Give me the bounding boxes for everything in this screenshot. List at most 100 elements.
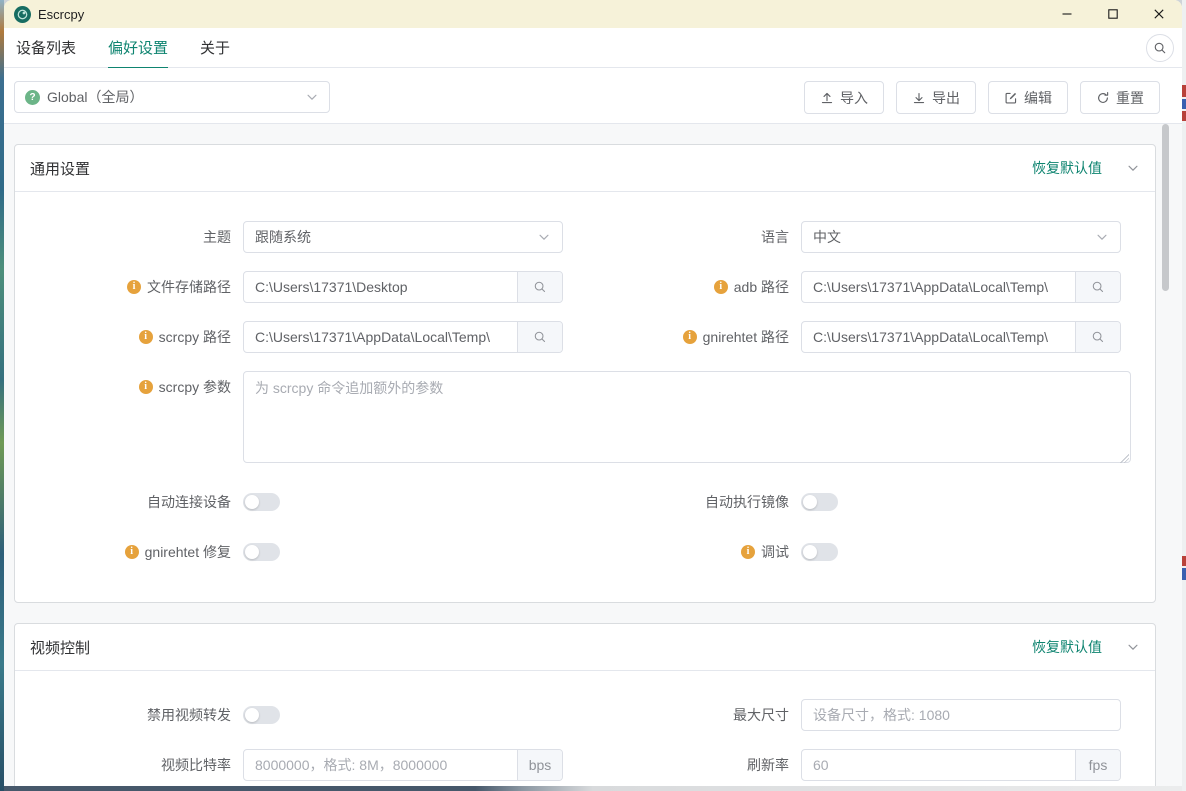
- scrcpy-args-textarea[interactable]: [243, 371, 1131, 463]
- form-row: i文件存储路径 iadb 路径: [15, 271, 1131, 303]
- language-label: 语言: [573, 227, 801, 247]
- debug-label: i调试: [573, 542, 801, 562]
- form-row: 视频比特率 bps 刷新率 fps: [15, 749, 1131, 781]
- app-logo-icon: [14, 6, 31, 23]
- import-button[interactable]: 导入: [804, 81, 884, 114]
- theme-select-value: 跟随系统: [255, 227, 537, 247]
- app-window: Escrcpy 设备列表 偏好设置 关于: [4, 0, 1182, 791]
- adb-path-input[interactable]: [802, 272, 1075, 302]
- scope-select[interactable]: ? Global（全局）: [14, 81, 330, 113]
- auto-mirror-label: 自动执行镜像: [573, 492, 801, 512]
- resize-handle[interactable]: [1120, 454, 1129, 463]
- section-header[interactable]: 通用设置 恢复默认值: [15, 145, 1155, 192]
- search-icon: [1091, 330, 1105, 344]
- language-select[interactable]: 中文: [801, 221, 1121, 253]
- file-path-label: i文件存储路径: [15, 277, 243, 297]
- section-body: 禁用视频转发 最大尺寸 视频比特率: [15, 671, 1155, 786]
- form-row: 主题 跟随系统 语言 中文: [15, 221, 1131, 253]
- collapse-chevron-icon[interactable]: [1126, 640, 1140, 654]
- reset-button[interactable]: 重置: [1080, 81, 1160, 114]
- desktop-edge-right: [1182, 0, 1186, 791]
- info-icon: i: [683, 330, 697, 344]
- info-icon: i: [139, 380, 153, 394]
- tab-label: 设备列表: [16, 37, 76, 58]
- collapse-chevron-icon[interactable]: [1126, 161, 1140, 175]
- toggle-knob: [803, 495, 817, 509]
- section-general-settings: 通用设置 恢复默认值 主题 跟随系统: [14, 144, 1156, 603]
- form-row: iscrcpy 路径 ignirehtet 路径: [15, 321, 1131, 353]
- bitrate-input[interactable]: [244, 750, 517, 780]
- desktop-artifact: [1182, 85, 1186, 97]
- gnirehtet-path-label: ignirehtet 路径: [573, 327, 801, 347]
- auto-connect-label: 自动连接设备: [15, 492, 243, 512]
- gnirehtet-fix-toggle[interactable]: [243, 543, 280, 561]
- gnirehtet-path-input-group: [801, 321, 1121, 353]
- scrcpy-args-label: iscrcpy 参数: [15, 377, 243, 397]
- scrollbar-thumb[interactable]: [1162, 124, 1169, 291]
- upload-icon: [820, 91, 834, 105]
- close-icon[interactable]: [1136, 0, 1182, 28]
- toolbar-buttons: 导入 导出 编辑 重置: [804, 81, 1160, 114]
- window-bottom-edge: [4, 786, 1182, 791]
- fps-label: 刷新率: [573, 755, 801, 775]
- form-row: 禁用视频转发 最大尺寸: [15, 699, 1131, 731]
- tab-preferences[interactable]: 偏好设置: [108, 28, 168, 68]
- form-row: iscrcpy 参数: [15, 371, 1131, 466]
- chevron-down-icon: [537, 230, 551, 244]
- info-icon: i: [139, 330, 153, 344]
- maximize-icon[interactable]: [1090, 0, 1136, 28]
- edit-button[interactable]: 编辑: [988, 81, 1068, 114]
- debug-toggle[interactable]: [801, 543, 838, 561]
- info-icon: i: [741, 545, 755, 559]
- bitrate-unit: bps: [517, 750, 562, 780]
- tab-label: 偏好设置: [108, 37, 168, 58]
- edit-button-label: 编辑: [1024, 88, 1052, 108]
- toggle-knob: [245, 495, 259, 509]
- section-title: 通用设置: [30, 158, 1032, 179]
- scrcpy-path-input[interactable]: [244, 322, 517, 352]
- bitrate-label: 视频比特率: [15, 755, 243, 775]
- desktop-artifact: [1182, 99, 1186, 109]
- toggle-knob: [245, 545, 259, 559]
- theme-select[interactable]: 跟随系统: [243, 221, 563, 253]
- desktop-artifact: [1182, 568, 1186, 580]
- tab-bar: 设备列表 偏好设置 关于: [4, 28, 1182, 68]
- auto-connect-toggle[interactable]: [243, 493, 280, 511]
- desktop: Escrcpy 设备列表 偏好设置 关于: [0, 0, 1186, 791]
- max-size-label: 最大尺寸: [573, 705, 801, 725]
- gnirehtet-path-input[interactable]: [802, 322, 1075, 352]
- window-controls: [1044, 0, 1182, 28]
- browse-adb-path-button[interactable]: [1075, 272, 1120, 302]
- fps-unit: fps: [1075, 750, 1120, 780]
- desktop-artifact: [1182, 111, 1186, 121]
- max-size-input[interactable]: [802, 700, 1120, 730]
- fps-input[interactable]: [802, 750, 1075, 780]
- export-button[interactable]: 导出: [896, 81, 976, 114]
- browse-file-path-button[interactable]: [517, 272, 562, 302]
- minimize-icon[interactable]: [1044, 0, 1090, 28]
- search-button[interactable]: [1146, 34, 1174, 62]
- browse-scrcpy-path-button[interactable]: [517, 322, 562, 352]
- restore-defaults-link[interactable]: 恢复默认值: [1032, 637, 1102, 657]
- search-icon: [533, 330, 547, 344]
- bitrate-input-group: bps: [243, 749, 563, 781]
- tab-about[interactable]: 关于: [200, 28, 230, 68]
- section-header[interactable]: 视频控制 恢复默认值: [15, 624, 1155, 671]
- settings-scroll-area: 通用设置 恢复默认值 主题 跟随系统: [4, 123, 1182, 786]
- chevron-down-icon: [305, 90, 319, 104]
- restore-defaults-link[interactable]: 恢复默认值: [1032, 158, 1102, 178]
- auto-mirror-toggle[interactable]: [801, 493, 838, 511]
- export-button-label: 导出: [932, 88, 960, 108]
- section-title: 视频控制: [30, 637, 1032, 658]
- scrcpy-args-wrap: [243, 371, 1131, 466]
- download-icon: [912, 91, 926, 105]
- tab-device-list[interactable]: 设备列表: [16, 28, 76, 68]
- disable-video-label: 禁用视频转发: [15, 705, 243, 725]
- browse-gnirehtet-path-button[interactable]: [1075, 322, 1120, 352]
- window-title: Escrcpy: [38, 7, 84, 22]
- edit-icon: [1004, 91, 1018, 105]
- file-path-input[interactable]: [244, 272, 517, 302]
- disable-video-toggle[interactable]: [243, 706, 280, 724]
- scrcpy-path-input-group: [243, 321, 563, 353]
- toggle-knob: [245, 708, 259, 722]
